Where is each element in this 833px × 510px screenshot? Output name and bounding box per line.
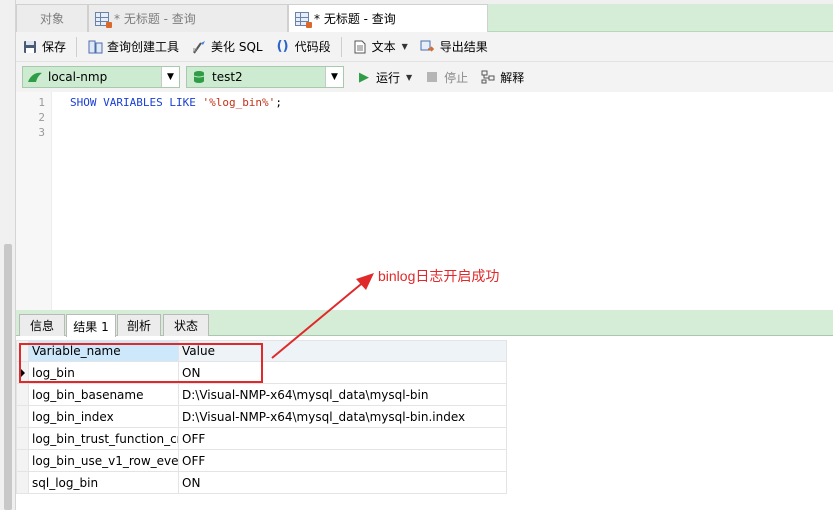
connection-value: local-nmp bbox=[48, 70, 108, 84]
export-results-label: 导出结果 bbox=[439, 40, 488, 54]
explain-label: 解释 bbox=[500, 70, 525, 85]
connection-bar: local-nmp ▼ test2 ▼ ▶ 运行 ▼ 停止 解释 bbox=[16, 62, 833, 92]
table-row[interactable]: log_bin_basename D:\Visual-NMP-x64\mysql… bbox=[16, 383, 507, 406]
table-row[interactable]: log_bin_index D:\Visual-NMP-x64\mysql_da… bbox=[16, 405, 507, 428]
tab-status-label: 状态 bbox=[173, 319, 198, 333]
chevron-down-icon[interactable]: ▼ bbox=[161, 67, 179, 87]
sql-keyword: SHOW VARIABLES LIKE bbox=[70, 96, 203, 109]
cell-value[interactable]: D:\Visual-NMP-x64\mysql_data\mysql-bin bbox=[178, 383, 507, 406]
table-row[interactable]: log_bin_use_v1_row_event OFF bbox=[16, 449, 507, 472]
sql-terminator: ; bbox=[275, 96, 282, 109]
cell-value[interactable]: OFF bbox=[178, 449, 507, 472]
row-marker bbox=[16, 427, 29, 450]
line-number: 3 bbox=[38, 126, 45, 139]
tab-info[interactable]: 信息 bbox=[19, 314, 65, 336]
run-label: 运行 bbox=[376, 70, 401, 85]
sql-string-literal: '%log_bin%' bbox=[202, 96, 276, 109]
save-icon bbox=[22, 39, 38, 55]
tab-query-2[interactable]: * 无标题 - 查询 bbox=[288, 4, 488, 32]
code-snippet-label: 代码段 bbox=[294, 40, 331, 54]
query-builder-icon bbox=[87, 39, 103, 55]
stop-button[interactable]: 停止 bbox=[418, 65, 474, 89]
save-button[interactable]: 保存 bbox=[16, 35, 72, 59]
text-label: 文本 bbox=[371, 40, 396, 54]
table-row[interactable]: log_bin_trust_function_cre OFF bbox=[16, 427, 507, 450]
code-snippet-icon: () bbox=[276, 39, 289, 54]
cell-value[interactable]: ON bbox=[178, 471, 507, 494]
cell-variable-name[interactable]: sql_log_bin bbox=[28, 471, 179, 494]
annotation-highlight-box bbox=[19, 343, 263, 383]
cell-value[interactable]: D:\Visual-NMP-x64\mysql_data\mysql-bin.i… bbox=[178, 405, 507, 428]
stop-icon bbox=[424, 69, 440, 85]
tab-query-1-label: * 无标题 - 查询 bbox=[114, 12, 196, 26]
row-marker bbox=[16, 471, 29, 494]
sql-code-line[interactable]: SHOW VARIABLES LIKE '%log_bin%'; bbox=[70, 96, 282, 109]
tab-result-1[interactable]: 结果 1 bbox=[66, 314, 116, 337]
chevron-down-icon[interactable]: ▼ bbox=[406, 73, 412, 82]
tab-info-label: 信息 bbox=[29, 319, 54, 333]
chevron-down-icon[interactable]: ▼ bbox=[402, 42, 408, 51]
annotation-text: binlog日志开启成功 bbox=[378, 268, 500, 284]
connection-select[interactable]: local-nmp ▼ bbox=[22, 66, 180, 88]
save-label: 保存 bbox=[42, 40, 67, 54]
line-number: 1 bbox=[38, 96, 45, 109]
row-marker bbox=[16, 449, 29, 472]
tab-result-1-label: 结果 1 bbox=[73, 319, 109, 334]
mysql-dolphin-icon bbox=[27, 69, 43, 85]
result-tab-bar: 信息 结果 1 剖析 状态 bbox=[16, 310, 833, 337]
tab-query-2-label: * 无标题 - 查询 bbox=[314, 12, 396, 26]
database-icon bbox=[191, 69, 207, 85]
query-toolbar: 保存 查询创建工具 美化 SQL () 代码段 文本 ▼ 导出结果 bbox=[16, 32, 833, 62]
document-icon bbox=[352, 39, 368, 55]
line-number: 2 bbox=[38, 111, 45, 124]
cell-value[interactable]: OFF bbox=[178, 427, 507, 450]
explain-icon bbox=[480, 69, 496, 85]
beautify-sql-button[interactable]: 美化 SQL bbox=[185, 35, 269, 59]
stop-label: 停止 bbox=[444, 70, 469, 85]
play-icon: ▶ bbox=[359, 69, 369, 85]
cell-variable-name[interactable]: log_bin_trust_function_cre bbox=[28, 427, 179, 450]
run-button[interactable]: ▶ 运行 ▼ bbox=[350, 65, 418, 89]
beautify-brush-icon bbox=[191, 39, 207, 55]
toolbar-divider bbox=[340, 36, 342, 57]
export-results-button[interactable]: 导出结果 bbox=[414, 35, 494, 59]
document-tab-bar: 对象 * 无标题 - 查询 * 无标题 - 查询 bbox=[16, 0, 833, 32]
export-icon bbox=[420, 39, 436, 55]
tab-bar-fill bbox=[488, 4, 833, 32]
tab-objects[interactable]: 对象 bbox=[16, 4, 88, 32]
query-table-icon bbox=[95, 11, 112, 28]
query-builder-button[interactable]: 查询创建工具 bbox=[81, 35, 185, 59]
line-number-gutter: 1 2 3 bbox=[16, 92, 52, 310]
text-button[interactable]: 文本 ▼ bbox=[346, 35, 414, 59]
table-row[interactable]: sql_log_bin ON bbox=[16, 471, 507, 494]
database-value: test2 bbox=[212, 70, 243, 84]
chevron-down-icon[interactable]: ▼ bbox=[325, 67, 343, 87]
explain-button[interactable]: 解释 bbox=[474, 65, 530, 89]
query-builder-label: 查询创建工具 bbox=[107, 40, 180, 54]
code-snippet-button[interactable]: () 代码段 bbox=[269, 35, 337, 59]
tab-query-1[interactable]: * 无标题 - 查询 bbox=[88, 4, 288, 32]
row-marker bbox=[16, 383, 29, 406]
tab-profile[interactable]: 剖析 bbox=[117, 314, 161, 336]
cell-variable-name[interactable]: log_bin_basename bbox=[28, 383, 179, 406]
row-marker bbox=[16, 405, 29, 428]
toolbar-divider bbox=[76, 36, 78, 57]
tab-profile-label: 剖析 bbox=[126, 319, 151, 333]
tab-status[interactable]: 状态 bbox=[163, 314, 209, 336]
beautify-sql-label: 美化 SQL bbox=[211, 40, 263, 54]
cell-variable-name[interactable]: log_bin_use_v1_row_event bbox=[28, 449, 179, 472]
database-select[interactable]: test2 ▼ bbox=[186, 66, 344, 88]
left-panel-strip bbox=[0, 0, 16, 510]
tab-objects-label: 对象 bbox=[39, 12, 64, 26]
cell-variable-name[interactable]: log_bin_index bbox=[28, 405, 179, 428]
query-table-icon bbox=[295, 11, 312, 28]
left-scrollbar[interactable] bbox=[4, 244, 12, 510]
